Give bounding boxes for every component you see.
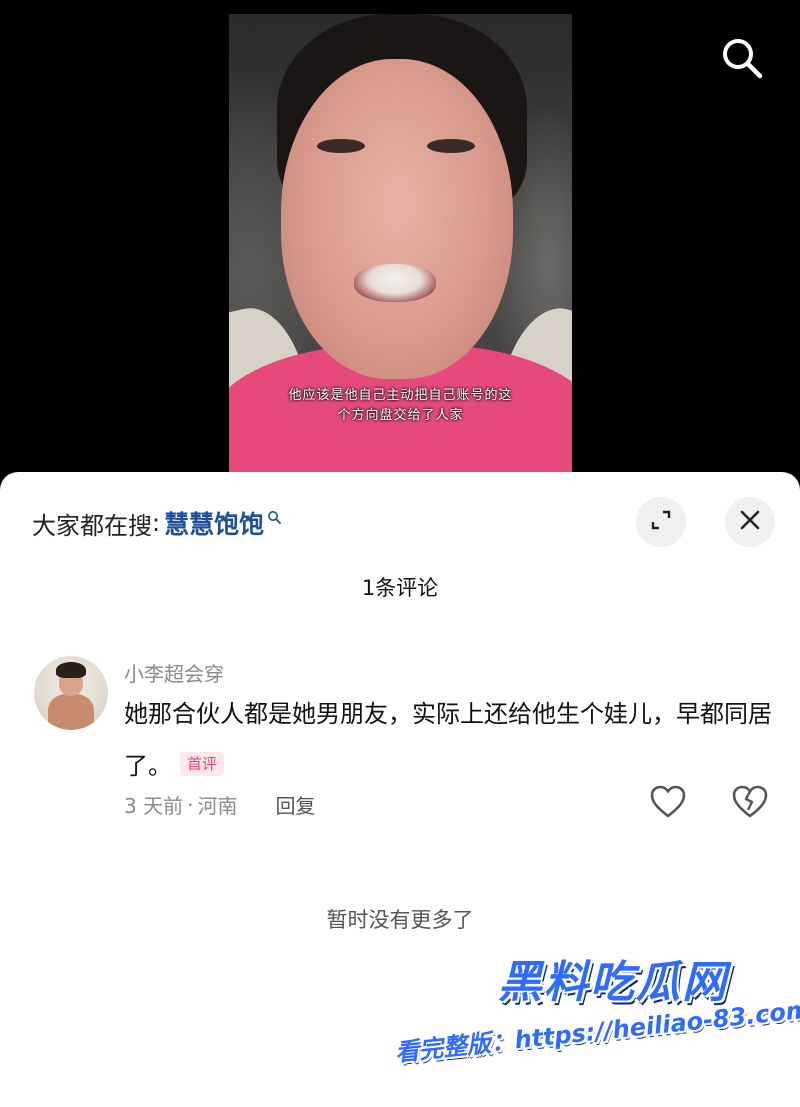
video-mouth [354,264,436,302]
comment-location: 河南 [197,794,238,818]
avatar-hair [56,662,86,678]
avatar[interactable] [34,656,108,730]
first-comment-badge: 首评 [180,752,225,776]
video-subtitle-line1: 他应该是他自己主动把自己账号的这 [288,388,513,403]
expand-button[interactable] [636,497,686,547]
video-area[interactable]: 他应该是他自己主动把自己账号的这 个方向盘交给了人家 [0,0,800,500]
heart-icon[interactable] [648,782,688,822]
reply-button[interactable]: 回复 [275,790,315,819]
no-more-comments: 暂时没有更多了 [326,908,474,932]
hot-search-prefix: 大家都在搜 [32,511,152,540]
video-face [281,59,513,379]
video-eye-left [317,139,365,153]
comment-text[interactable]: 她那合伙人都是她男朋友，实际上还给他生个娃儿，早都同居了。 首评 [124,688,774,792]
hot-search-term-link[interactable]: 慧慧饱饱 [164,505,264,541]
small-search-icon [267,510,282,525]
video-subtitle-line2: 个方向盘交给了人家 [337,408,464,423]
search-icon[interactable] [718,34,766,82]
watermark-title: 黑料吃瓜网 [498,957,728,1008]
comment-time: 3 天前 [124,794,184,818]
video-eye-right [427,139,475,153]
close-button[interactable] [725,497,775,547]
video-frame[interactable]: 他应该是他自己主动把自己账号的这 个方向盘交给了人家 [229,14,572,484]
expand-icon [650,509,672,535]
hot-search-bar[interactable]: 大家都在搜 : 慧慧饱饱 [32,506,282,540]
meta-separator: · [187,792,194,817]
close-icon [739,509,761,535]
comment-username[interactable]: 小李超会穿 [124,658,224,687]
comment-count-title: 1条评论 [361,576,439,600]
avatar-body [48,694,94,730]
broken-heart-icon[interactable] [730,782,770,822]
comment-meta: 3 天前 · 河南 回复 [124,790,315,819]
comment-item: 小李超会穿 她那合伙人都是她男朋友，实际上还给他生个娃儿，早都同居了。 首评 3 … [34,656,774,846]
hot-search-colon: : [152,509,161,537]
